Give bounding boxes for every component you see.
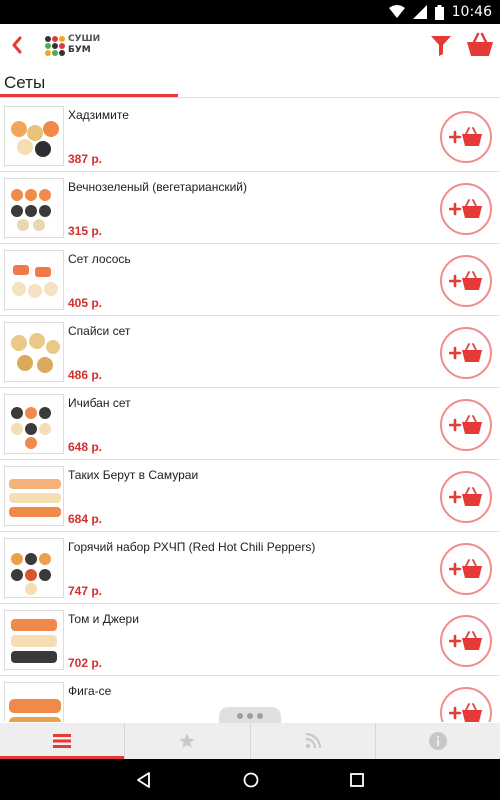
product-price: 387 р. <box>68 152 103 166</box>
wifi-icon <box>388 5 405 18</box>
product-thumbnail <box>4 322 64 382</box>
sushi-image-icon <box>5 683 63 722</box>
nav-recents-icon[interactable] <box>350 772 365 787</box>
sushi-image-icon <box>5 251 63 309</box>
sushi-image-icon <box>5 323 63 381</box>
battery-icon <box>434 4 444 20</box>
sushi-image-icon <box>5 611 63 669</box>
add-to-basket-icon <box>449 127 482 146</box>
product-name: Горячий набор РХЧП (Red Hot Chili Pepper… <box>68 540 316 554</box>
sushi-image-icon <box>5 179 63 237</box>
bottom-tab-bar <box>0 723 500 759</box>
product-price: 486 р. <box>68 368 103 382</box>
product-price: 684 р. <box>68 512 103 526</box>
sushi-image-icon <box>5 467 63 525</box>
handle-dot <box>257 712 263 719</box>
add-to-basket-icon <box>449 703 482 722</box>
add-to-cart-button[interactable] <box>440 111 492 163</box>
add-to-cart-button[interactable] <box>440 471 492 523</box>
filter-button[interactable] <box>430 33 452 57</box>
add-to-basket-icon <box>449 631 482 650</box>
basket-icon <box>467 32 493 56</box>
signal-icon <box>412 5 427 19</box>
sushi-image-icon <box>5 107 63 165</box>
system-nav-bar <box>0 759 500 800</box>
back-button[interactable] <box>6 32 28 58</box>
add-to-cart-button[interactable] <box>440 255 492 307</box>
tab-news[interactable] <box>251 723 376 759</box>
add-to-cart-button[interactable] <box>440 687 492 722</box>
logo-mark-icon <box>45 36 65 56</box>
handle-dot <box>237 712 243 719</box>
add-to-basket-icon <box>449 415 482 434</box>
product-name: Спайси сет <box>68 324 131 338</box>
product-name: Сет лосось <box>68 252 131 266</box>
product-name: Том и Джери <box>68 612 139 626</box>
chevron-left-icon <box>12 36 22 54</box>
product-name: Хадзимите <box>68 108 129 122</box>
drawer-handle[interactable] <box>219 707 281 724</box>
product-thumbnail <box>4 106 64 166</box>
tab-info[interactable] <box>376 723 500 759</box>
product-thumbnail <box>4 466 64 526</box>
product-thumbnail <box>4 178 64 238</box>
product-price: 702 р. <box>68 656 103 670</box>
product-name: Таких Берут в Самураи <box>68 468 199 482</box>
list-item[interactable]: Сет лосось 405 р. <box>0 244 500 316</box>
filter-icon <box>431 36 451 56</box>
add-to-cart-button[interactable] <box>440 615 492 667</box>
list-item[interactable]: Ичибан сет 648 р. <box>0 388 500 460</box>
list-item[interactable]: Вечнозеленый (вегетарианский) 315 р. <box>0 172 500 244</box>
add-to-basket-icon <box>449 487 482 506</box>
add-to-cart-button[interactable] <box>440 399 492 451</box>
product-thumbnail <box>4 538 64 598</box>
product-thumbnail <box>4 250 64 310</box>
section-title: Сеты <box>4 73 46 92</box>
add-to-basket-icon <box>449 559 482 578</box>
add-to-cart-button[interactable] <box>440 183 492 235</box>
list-item[interactable]: Том и Джери 702 р. <box>0 604 500 676</box>
logo-line-1: СУШИ <box>68 34 101 44</box>
rss-icon <box>305 733 321 749</box>
logo-text: СУШИ БУМ <box>68 34 100 56</box>
star-icon <box>179 733 195 748</box>
sushi-image-icon <box>5 539 63 597</box>
list-item[interactable]: Спайси сет 486 р. <box>0 316 500 388</box>
list-item[interactable]: Горячий набор РХЧП (Red Hot Chili Pepper… <box>0 532 500 604</box>
product-price: 315 р. <box>68 224 103 238</box>
product-price: 648 р. <box>68 440 103 454</box>
add-to-basket-icon <box>449 199 482 218</box>
product-thumbnail <box>4 610 64 670</box>
product-price: 747 р. <box>68 584 103 598</box>
handle-dot <box>247 712 253 719</box>
info-icon <box>428 732 447 750</box>
status-bar: 10:46 <box>0 0 500 24</box>
status-time: 10:46 <box>451 4 492 20</box>
product-name: Ичибан сет <box>68 396 131 410</box>
nav-home-icon[interactable] <box>243 772 259 788</box>
menu-icon <box>53 734 72 748</box>
add-to-cart-button[interactable] <box>440 327 492 379</box>
add-to-basket-icon <box>449 271 482 290</box>
list-item[interactable]: Таких Берут в Самураи 684 р. <box>0 460 500 532</box>
list-item[interactable]: Хадзимите 387 р. <box>0 100 500 172</box>
add-to-basket-icon <box>449 343 482 362</box>
divider <box>0 97 500 98</box>
tab-menu[interactable] <box>0 723 126 759</box>
product-thumbnail <box>4 394 64 454</box>
add-to-cart-button[interactable] <box>440 543 492 595</box>
sushi-image-icon <box>5 395 63 453</box>
app-bar: СУШИ БУМ <box>0 24 500 68</box>
logo-line-2: БУМ <box>68 45 91 55</box>
cart-button[interactable] <box>466 32 494 58</box>
app-logo: СУШИ БУМ <box>44 34 108 58</box>
product-thumbnail <box>4 682 64 722</box>
tab-favorites[interactable] <box>125 723 251 759</box>
nav-back-icon[interactable] <box>136 771 152 788</box>
product-price: 405 р. <box>68 296 103 310</box>
product-name: Фига-се <box>68 684 112 698</box>
product-name: Вечнозеленый (вегетарианский) <box>68 180 247 194</box>
product-list[interactable]: Хадзимите 387 р. Вечнозеленый (вегетариа… <box>0 100 500 722</box>
